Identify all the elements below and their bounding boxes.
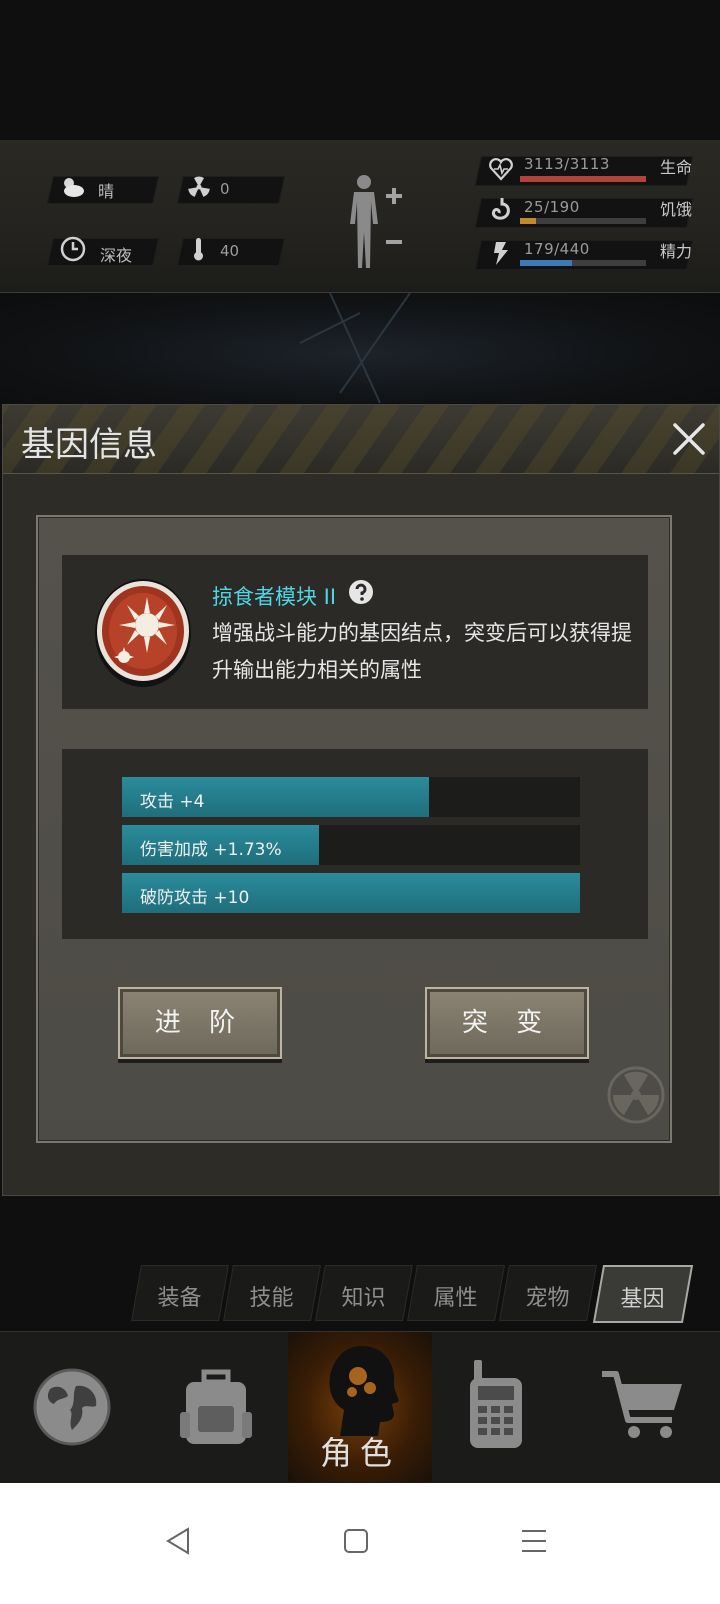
- backpack-icon: [180, 1369, 252, 1444]
- hunger-label: 饥饿: [660, 200, 693, 219]
- energy-bar: [520, 260, 646, 266]
- gene-info-dialog: 基因信息 掠食者模块 II 增强战斗能力的基因结点，突变后可以获得提升输出能力相…: [2, 404, 720, 1196]
- gene-name: 掠食者模块 II: [212, 585, 337, 609]
- nav-character-label: 角色: [319, 1434, 400, 1472]
- weather-cloud-icon: [64, 178, 84, 197]
- gene-stats-box: 攻击 +4 伤害加成 +1.73% 破防攻击 +10: [62, 749, 648, 939]
- nav-world[interactable]: [0, 1332, 144, 1482]
- tab-attributes[interactable]: 属性: [407, 1265, 505, 1321]
- hp-label: 生命: [660, 158, 693, 177]
- nav-backpack[interactable]: [144, 1332, 288, 1482]
- tab-label: 技能: [249, 1286, 294, 1311]
- globe-icon: [33, 1368, 111, 1446]
- back-triangle-icon[interactable]: [160, 1521, 200, 1561]
- stat-label: 伤害加成 +1.73%: [140, 840, 282, 860]
- tab-label: 基因: [620, 1287, 665, 1312]
- stat-bar-armor-break: 破防攻击 +10: [122, 873, 580, 913]
- tab-label: 装备: [157, 1286, 202, 1311]
- weather-text: 晴: [98, 182, 115, 201]
- gene-emblem-icon: [95, 579, 191, 687]
- gene-panel: 掠食者模块 II 增强战斗能力的基因结点，突变后可以获得提升输出能力相关的属性 …: [36, 515, 672, 1143]
- dialog-title: 基因信息: [21, 425, 157, 465]
- gene-description: 增强战斗能力的基因结点，突变后可以获得提升输出能力相关的属性: [212, 621, 632, 682]
- hp-bar: [520, 176, 646, 182]
- tab-skills[interactable]: 技能: [223, 1265, 321, 1321]
- stat-bar-damage-bonus: 伤害加成 +1.73%: [122, 825, 580, 865]
- character-tabs: 装备 技能 知识 属性 宠物 基因: [130, 1265, 694, 1323]
- body-figure-icon[interactable]: [340, 172, 414, 270]
- stomach-icon: [492, 198, 510, 220]
- clock-icon: [60, 236, 86, 262]
- help-question-icon[interactable]: [348, 579, 374, 605]
- advance-button[interactable]: 进 阶: [118, 987, 282, 1059]
- scene-lines: [299, 292, 411, 404]
- temperature-value: 40: [220, 242, 240, 260]
- tab-knowledge[interactable]: 知识: [315, 1265, 413, 1321]
- character-head-icon: [329, 1346, 399, 1436]
- shopping-cart-icon: [602, 1371, 682, 1438]
- tab-pets[interactable]: 宠物: [499, 1265, 597, 1321]
- nav-radio[interactable]: [432, 1332, 576, 1482]
- radiation-watermark-icon: [607, 1066, 665, 1124]
- stat-bar-attack: 攻击 +4: [122, 777, 580, 817]
- heart-icon: [489, 158, 513, 181]
- gene-info-box: 掠食者模块 II 增强战斗能力的基因结点，突变后可以获得提升输出能力相关的属性: [62, 555, 648, 709]
- radiation-icon: [188, 176, 210, 197]
- stat-label: 攻击 +4: [140, 792, 205, 812]
- mutate-button[interactable]: 突 变: [425, 987, 589, 1059]
- hunger-value: 25/190: [524, 198, 580, 216]
- walkie-talkie-icon: [470, 1360, 522, 1448]
- tab-label: 宠物: [525, 1286, 570, 1311]
- tab-genes[interactable]: 基因: [592, 1265, 694, 1323]
- time-text: 深夜: [100, 246, 133, 265]
- hunger-bar: [520, 218, 646, 224]
- android-navigation-bar: [0, 1483, 720, 1604]
- menu-lines-icon[interactable]: [514, 1521, 554, 1561]
- energy-label: 精力: [660, 242, 693, 261]
- status-panel: 晴 0 深夜 40 3113/3113 生命 25/190 饥饿 179/440…: [0, 140, 720, 293]
- hp-value: 3113/3113: [524, 155, 610, 173]
- thermometer-icon: [194, 238, 203, 261]
- tab-label: 知识: [341, 1286, 386, 1311]
- radiation-value: 0: [220, 180, 230, 198]
- close-icon[interactable]: [667, 417, 711, 461]
- stat-label: 破防攻击 +10: [140, 888, 250, 908]
- tab-equipment[interactable]: 装备: [131, 1265, 229, 1321]
- bottom-navigation: 角色: [0, 1331, 720, 1484]
- nav-character[interactable]: 角色: [288, 1332, 432, 1482]
- nav-shop[interactable]: [576, 1332, 720, 1482]
- lightning-icon: [494, 242, 508, 265]
- tab-label: 属性: [433, 1286, 478, 1311]
- energy-value: 179/440: [524, 240, 590, 258]
- background-scene: [0, 292, 720, 404]
- home-square-icon[interactable]: [336, 1521, 376, 1561]
